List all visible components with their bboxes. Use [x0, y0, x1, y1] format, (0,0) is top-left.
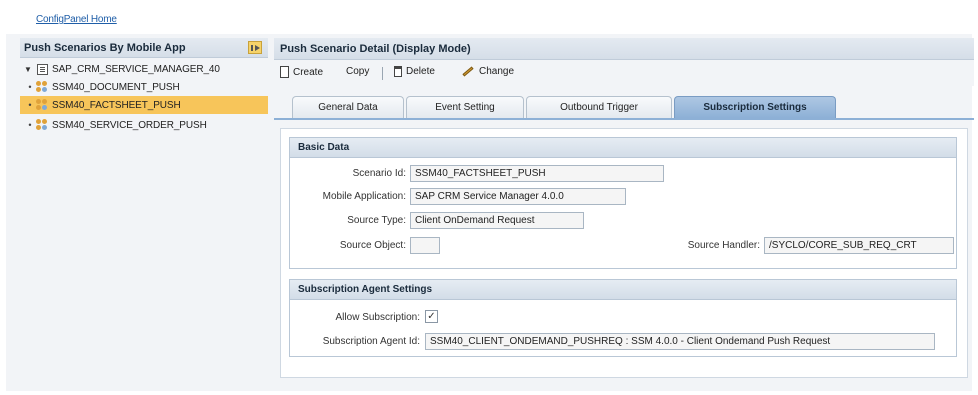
tab-outbound-trigger[interactable]: Outbound Trigger	[526, 96, 672, 118]
detail-toolbar: Create Copy Delete Change	[274, 60, 974, 86]
source-object-field[interactable]	[410, 237, 440, 254]
allow-subscription-label: Allow Subscription:	[335, 312, 420, 323]
tab-subscription-settings[interactable]: Subscription Settings	[674, 96, 836, 118]
tab-label: Event Setting	[435, 102, 495, 113]
create-button-label: Create	[293, 66, 324, 78]
detail-panel-title: Push Scenario Detail (Display Mode)	[280, 43, 471, 55]
collapse-panel-icon[interactable]	[248, 41, 262, 54]
source-object-label: Source Object:	[339, 240, 406, 251]
mobile-application-label: Mobile Application:	[322, 191, 406, 202]
source-handler-label: Source Handler:	[687, 240, 760, 251]
tree-item-service-order-push[interactable]: • SSM40_SERVICE_ORDER_PUSH	[24, 116, 268, 134]
detail-panel-header: Push Scenario Detail (Display Mode)	[274, 38, 974, 60]
toolbar-separator	[382, 67, 383, 80]
subscription-agent-header: Subscription Agent Settings	[290, 280, 956, 300]
tree-item-document-push[interactable]: • SSM40_DOCUMENT_PUSH	[24, 78, 268, 96]
scenario-id-field[interactable]: SSM40_FACTSHEET_PUSH	[410, 165, 664, 182]
subscription-agent-id-field[interactable]: SSM40_CLIENT_ONDEMAND_PUSHREQ : SSM 4.0.…	[425, 333, 935, 350]
create-button[interactable]: Create	[280, 66, 323, 78]
tab-general-data[interactable]: General Data	[292, 96, 404, 118]
source-type-field[interactable]: Client OnDemand Request	[410, 212, 584, 229]
bullet-icon: •	[28, 82, 32, 92]
tab-label: Subscription Settings	[703, 102, 807, 113]
tab-event-setting[interactable]: Event Setting	[406, 96, 524, 118]
new-document-icon	[280, 66, 289, 78]
trash-icon	[394, 66, 402, 77]
tree-item-label: SSM40_DOCUMENT_PUSH	[52, 81, 180, 93]
scenario-icon	[36, 119, 48, 131]
subscription-agent-group: Subscription Agent Settings Allow Subscr…	[289, 279, 957, 357]
tab-content-area: Basic Data Scenario Id: SSM40_FACTSHEET_…	[280, 128, 968, 378]
tab-label: Outbound Trigger	[560, 102, 638, 113]
scenario-icon	[36, 99, 48, 111]
bullet-icon: •	[28, 120, 32, 130]
source-type-label: Source Type:	[347, 215, 406, 226]
copy-button-label: Copy	[346, 66, 370, 77]
left-panel-header: Push Scenarios By Mobile App	[20, 38, 268, 58]
tree-node-root[interactable]: ▼ SAP_CRM_SERVICE_MANAGER_40	[24, 60, 268, 78]
allow-subscription-checkbox[interactable]: ✓	[425, 310, 438, 323]
tree-item-label: SSM40_FACTSHEET_PUSH	[52, 99, 181, 111]
config-panel-home-link[interactable]: ConfigPanel Home	[36, 14, 117, 25]
top-link-bar: ConfigPanel Home	[6, 4, 972, 34]
mobile-application-field[interactable]: SAP CRM Service Manager 4.0.0	[410, 188, 626, 205]
tree-item-factsheet-push[interactable]: • SSM40_FACTSHEET_PUSH	[20, 96, 268, 114]
subscription-agent-id-label: Subscription Agent Id:	[322, 336, 420, 347]
copy-button[interactable]: Copy	[346, 66, 369, 77]
tree-node-label: SAP_CRM_SERVICE_MANAGER_40	[52, 63, 220, 75]
left-panel-title: Push Scenarios By Mobile App	[24, 42, 186, 54]
bullet-icon: •	[28, 100, 32, 110]
source-handler-field[interactable]: /SYCLO/CORE_SUB_REQ_CRT	[764, 237, 954, 254]
pencil-icon	[462, 66, 474, 77]
change-button[interactable]: Change	[462, 66, 514, 77]
config-panel-app: ConfigPanel Home Push Scenarios By Mobil…	[6, 4, 974, 391]
delete-button-label: Delete	[406, 66, 435, 77]
tab-strip-underline	[274, 118, 974, 120]
scenario-id-label: Scenario Id:	[352, 168, 406, 179]
scenario-icon	[36, 81, 48, 93]
change-button-label: Change	[479, 66, 515, 77]
basic-data-header: Basic Data	[290, 138, 956, 158]
tab-label: General Data	[318, 102, 378, 113]
detail-panel: Push Scenario Detail (Display Mode) Crea…	[274, 38, 974, 388]
document-icon	[37, 63, 48, 75]
delete-button[interactable]: Delete	[394, 66, 435, 77]
basic-data-group: Basic Data Scenario Id: SSM40_FACTSHEET_…	[289, 137, 957, 269]
tree-item-label: SSM40_SERVICE_ORDER_PUSH	[52, 119, 207, 131]
left-panel: Push Scenarios By Mobile App ▼ SAP_CRM_S…	[20, 38, 268, 158]
expand-triangle-icon[interactable]: ▼	[24, 65, 34, 74]
